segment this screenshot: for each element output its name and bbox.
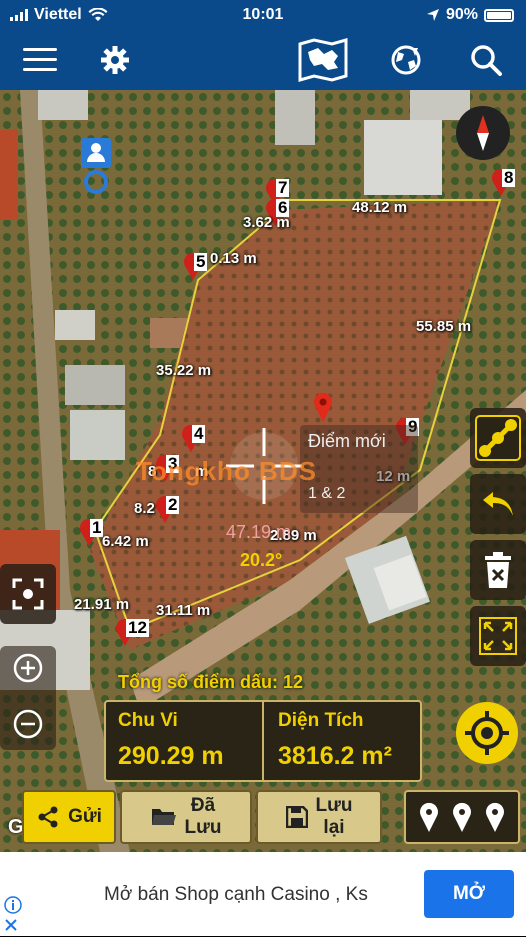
ad-info-icon[interactable] bbox=[4, 896, 22, 919]
zoom-out-icon bbox=[13, 709, 43, 739]
battery: 90% bbox=[426, 6, 514, 24]
trash-icon bbox=[485, 552, 511, 588]
ad-banner[interactable]: Mở bán Shop cạnh Casino , Ks MỞ bbox=[0, 852, 526, 936]
perimeter-value: 290.29 m bbox=[118, 742, 224, 770]
undo-button[interactable] bbox=[470, 474, 526, 534]
area-label: Diện Tích bbox=[278, 710, 364, 731]
area-value: 3816.2 m² bbox=[278, 742, 392, 770]
save-label: Lưu lại bbox=[316, 795, 353, 839]
marker-4[interactable]: 4 bbox=[182, 424, 208, 452]
measure-angle: 20.2° bbox=[240, 550, 283, 570]
frame-icon bbox=[12, 578, 44, 610]
locate-button[interactable] bbox=[456, 702, 518, 764]
markers-button[interactable] bbox=[404, 790, 520, 844]
marker-2[interactable]: 2 bbox=[156, 495, 182, 523]
new-point-popup[interactable]: Điểm mới 1 & 2 bbox=[300, 425, 418, 513]
status-bar: Viettel 10:01 90% bbox=[0, 0, 526, 30]
user-location-marker[interactable] bbox=[78, 138, 114, 205]
distance-label: 55.85 m bbox=[416, 318, 472, 335]
area-cell: Diện Tích 3816.2 m² bbox=[264, 702, 420, 780]
distance-label: 3.62 m bbox=[243, 214, 290, 231]
compass-icon[interactable] bbox=[456, 106, 510, 160]
zoom-in-icon bbox=[13, 653, 43, 683]
save-label-line2: lại bbox=[323, 817, 345, 838]
map-icon[interactable] bbox=[298, 38, 348, 82]
zoom-out-button[interactable] bbox=[12, 708, 44, 745]
distance-label: 0.13 m bbox=[210, 250, 257, 267]
search-icon[interactable] bbox=[466, 40, 506, 80]
saved-label: Đã Lưu bbox=[185, 795, 222, 839]
perimeter-cell: Chu Vi 290.29 m bbox=[106, 702, 264, 780]
distance-label: 21.91 m bbox=[74, 596, 130, 613]
share-icon bbox=[38, 806, 58, 828]
saved-label-line2: Lưu bbox=[184, 817, 222, 838]
total-points-label: Tổng số điểm dấu: 12 bbox=[118, 672, 304, 692]
globe-icon[interactable] bbox=[386, 40, 426, 80]
new-point-title: Điểm mới bbox=[308, 431, 386, 451]
distance-label: 8.2 bbox=[134, 500, 155, 517]
location-pin-icon bbox=[313, 392, 333, 427]
target-icon bbox=[465, 711, 509, 755]
watermark: Tongkho BDS bbox=[136, 456, 317, 486]
expand-icon bbox=[479, 617, 517, 655]
zoom-in-button[interactable] bbox=[12, 652, 44, 689]
markers-icon bbox=[420, 802, 504, 832]
ad-close-icon[interactable] bbox=[4, 918, 18, 937]
fit-bounds-button[interactable] bbox=[470, 606, 526, 666]
screenshot-frame-button[interactable] bbox=[0, 564, 56, 624]
measurement-panel: Chu Vi 290.29 m Diện Tích 3816.2 m² bbox=[104, 700, 422, 782]
save-label-line1: Lưu bbox=[315, 795, 353, 816]
location-arrow-icon bbox=[426, 9, 439, 21]
saved-button[interactable]: Đã Lưu bbox=[120, 790, 252, 844]
ad-cta-button[interactable]: MỞ bbox=[424, 870, 514, 918]
toolbar bbox=[0, 30, 526, 90]
distance-label: 48.12 m bbox=[352, 199, 408, 216]
new-point-subtitle: 1 & 2 bbox=[308, 485, 346, 502]
polyline-icon bbox=[475, 415, 521, 461]
marker-12[interactable]: 12 bbox=[116, 618, 149, 646]
battery-percent: 90% bbox=[445, 6, 478, 23]
floppy-icon bbox=[285, 806, 308, 828]
send-label: Gửi bbox=[68, 806, 102, 827]
marker-8[interactable]: 8 bbox=[492, 168, 518, 196]
distance-label: 6.42 m bbox=[102, 533, 149, 550]
distance-label: 35.22 m bbox=[156, 362, 212, 379]
saved-label-line1: Đã bbox=[190, 795, 216, 816]
gear-icon[interactable] bbox=[95, 40, 135, 80]
zoom-controls bbox=[0, 646, 56, 750]
menu-icon[interactable] bbox=[20, 40, 60, 80]
measure-distance: 47.19 m bbox=[226, 522, 292, 542]
distance-label: 31.11 m bbox=[156, 602, 211, 619]
delete-button[interactable] bbox=[470, 540, 526, 600]
send-button[interactable]: Gửi bbox=[22, 790, 116, 844]
battery-icon bbox=[484, 8, 514, 22]
undo-icon bbox=[483, 492, 513, 516]
marker-5[interactable]: 5 bbox=[184, 252, 210, 280]
save-button[interactable]: Lưu lại bbox=[256, 790, 382, 844]
measure-line-button[interactable] bbox=[470, 408, 526, 468]
ad-text: Mở bán Shop cạnh Casino , Ks bbox=[104, 884, 368, 905]
folder-icon bbox=[151, 809, 176, 825]
perimeter-label: Chu Vi bbox=[118, 710, 178, 731]
